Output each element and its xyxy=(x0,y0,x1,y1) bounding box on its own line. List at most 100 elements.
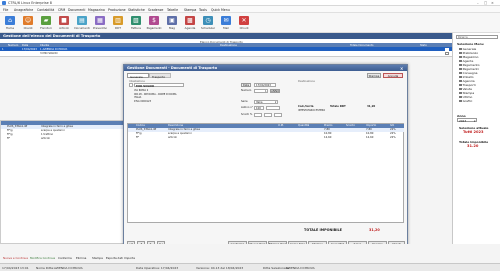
sconto3-input[interactable] xyxy=(274,113,282,117)
app-logo-icon xyxy=(2,1,6,5)
serie-select[interactable]: Italia ▾ xyxy=(254,100,278,104)
toolbar: ⌂ Home ☺ Clienti ▰ Fornitori ■ Articoli ▤ Doc… xyxy=(0,13,500,33)
status-bar: 17/04/2023 13:01 Nome Ditta: AZIENDA DI … xyxy=(0,263,500,271)
stampa-button[interactable]: Stampa xyxy=(367,73,381,78)
conferma-bottom-button[interactable]: Conferma xyxy=(58,256,72,260)
menu-statistiche[interactable]: Statistiche xyxy=(128,8,145,12)
menu-stampa[interactable]: Stampa xyxy=(184,8,196,12)
minimize-icon[interactable]: – xyxy=(477,1,479,5)
address-line: P.IVA 0000123 xyxy=(134,99,152,103)
importa-button[interactable]: Importa xyxy=(124,256,135,260)
modifica-continua-button[interactable]: Modifica Continua xyxy=(30,256,55,260)
toolbar-fornitori-button[interactable]: ▰ Fornitori xyxy=(38,16,54,31)
anno-button[interactable]: ANNO xyxy=(270,89,280,93)
nuova-continua-button[interactable]: Nuova e Continua xyxy=(3,256,28,260)
toolbar-pagamenti-button[interactable]: $ Pagamenti xyxy=(146,16,162,31)
dialog-close-icon[interactable]: × xyxy=(400,66,403,71)
menu-contabilita[interactable]: Contabilità xyxy=(37,8,54,12)
users-icon: ☺ xyxy=(23,16,33,25)
home-icon: ⌂ xyxy=(5,16,15,25)
sconto2-input[interactable] xyxy=(264,113,272,117)
menu-tools[interactable]: Tools xyxy=(199,8,207,12)
listino-extra-field[interactable] xyxy=(266,106,280,110)
toolbar-ddt-button[interactable]: ▥ DDT xyxy=(110,16,126,31)
menu-crm[interactable]: CRM xyxy=(58,8,65,12)
list-item[interactable]: FF articoli xyxy=(1,137,134,141)
toolbar-clienti-button[interactable]: ☺ Clienti xyxy=(20,16,36,31)
toolbar-scheduler-button[interactable]: ◷ Scheduler xyxy=(200,16,216,31)
serie-label: Serie xyxy=(241,100,248,103)
ddt-dialog: Gestione Documenti - Documenti di Traspo… xyxy=(123,64,408,249)
menu-bar: File Anagrafiche Contabilità CRM Documen… xyxy=(0,6,500,13)
documents-grid: Elenco Documenti di Trasporto Numero Dat… xyxy=(0,39,452,57)
toolbar-mag-button[interactable]: ▣ Mag xyxy=(164,16,180,31)
menu-scadenze[interactable]: Scadenze xyxy=(148,8,163,12)
search-input[interactable]: Ricerca xyxy=(456,35,498,39)
menu-file[interactable]: File xyxy=(3,8,8,12)
elimina-bottom-button[interactable]: Elimina xyxy=(76,256,86,260)
window-close-icon[interactable]: × xyxy=(491,1,494,5)
calc-icon: ▦ xyxy=(95,16,105,25)
menu-title: Selezione Menu xyxy=(457,42,484,46)
menu-documenti[interactable]: Documenti xyxy=(68,8,85,12)
app-title: CTRL/6 Linux Enterprise 8 xyxy=(8,1,52,5)
toolbar-agenda-button[interactable]: ▩ Agenda xyxy=(182,16,198,31)
table-row[interactable]: FF articoli 12,60 12,60 22% xyxy=(128,136,404,140)
right-panel: Ricerca Selezione Menu Generale Prebilan… xyxy=(452,33,500,244)
maximize-icon[interactable]: □ xyxy=(484,1,487,5)
client-name-field[interactable]: MIO SOLDO xyxy=(134,83,184,88)
chevron-down-icon: ▾ xyxy=(275,101,277,104)
menu-anagrafiche[interactable]: Anagrafiche xyxy=(14,8,33,12)
stampa-bottom-button[interactable]: Stampa xyxy=(92,256,103,260)
mail-icon: ✉ xyxy=(221,16,231,25)
annulla-button[interactable]: Annulla xyxy=(383,73,403,78)
detail-grid: PLUS_STAG1,4P Integrale in ferro e ghisa… xyxy=(0,120,135,244)
toolbar-documenti-button[interactable]: ▤ Documenti xyxy=(74,16,90,31)
menu-tabelle[interactable]: Tabelle xyxy=(167,8,178,12)
client-lookup-button[interactable] xyxy=(129,83,133,87)
esporta-button[interactable]: Esporta dati xyxy=(106,256,123,260)
date-input[interactable]: 17/04/2023 xyxy=(254,83,276,87)
totale-imponibile-label: TOTALE IMPONIBILE xyxy=(304,228,342,232)
status-company-label: Nome Ditta: xyxy=(36,265,55,270)
row-client: 3 MIO SOLDO xyxy=(40,51,58,55)
toolbar-home-button[interactable]: ⌂ Home xyxy=(2,16,18,31)
toolbar-mail-button[interactable]: ✉ Mail xyxy=(218,16,234,31)
detail-code: FF xyxy=(7,137,10,140)
status-company: AZIENDA DI PROVA xyxy=(54,265,83,270)
toolbar-articoli-button[interactable]: ■ Articoli xyxy=(56,16,72,31)
cod-iscriz-value: INTESTATARIO ESTERO xyxy=(298,109,326,112)
sconto1-input[interactable] xyxy=(254,113,262,117)
dialog-title-bar: Gestione Documenti - Documenti di Traspo… xyxy=(124,65,407,71)
listino-label: Listino n° xyxy=(241,106,254,109)
listino-input[interactable]: 100 xyxy=(254,106,264,110)
totale-ddt-label: Totale DDT xyxy=(330,105,346,108)
toolbar-preventivi-button[interactable]: ▦ Preventivi xyxy=(92,16,108,31)
row-check-icon[interactable] xyxy=(445,51,449,55)
doc-icon: ▤ xyxy=(77,16,87,25)
detail-desc: articoli xyxy=(41,137,50,140)
filter-grafici[interactable]: Grafici xyxy=(459,99,472,103)
status-data-operativa: Data Operativa: 17/04/2023 xyxy=(136,265,179,270)
box-icon: ■ xyxy=(59,16,69,25)
truck-icon: ▰ xyxy=(41,16,51,25)
status-ditta: AZIENDA DI PROVA xyxy=(286,265,315,270)
warehouse-icon: ▣ xyxy=(167,16,177,25)
toolbar-chiudi-button[interactable]: ✕ Chiudi xyxy=(236,16,252,31)
menu-quick[interactable]: Quick Menu xyxy=(211,8,230,12)
tab-generale[interactable]: Generale xyxy=(127,73,149,79)
tab-trasporto[interactable]: Trasporto xyxy=(149,73,171,79)
table-row[interactable]: 3 MIO SOLDO xyxy=(0,51,452,55)
menu-produzione[interactable]: Produzione xyxy=(108,8,126,12)
page-title: Gestione dell'elenco dei Documenti di Tr… xyxy=(3,33,101,38)
total-value: 31.20 xyxy=(467,144,479,148)
ddt-icon: ▥ xyxy=(113,16,123,25)
numero-label: Numero xyxy=(241,89,252,92)
totale-imponibile-value: 31,20 xyxy=(369,228,380,232)
numero-input[interactable]: 1 xyxy=(254,89,268,93)
anno-select[interactable]: 2023 ▾ xyxy=(457,118,477,123)
status-date: 17/04/2023 xyxy=(2,265,20,270)
menu-magazzino[interactable]: Magazzino xyxy=(88,8,105,12)
toolbar-fatture-button[interactable]: ▧ Fatture xyxy=(128,16,144,31)
status-version: Versione: 04.13 del 18/04/2023 xyxy=(196,265,244,270)
